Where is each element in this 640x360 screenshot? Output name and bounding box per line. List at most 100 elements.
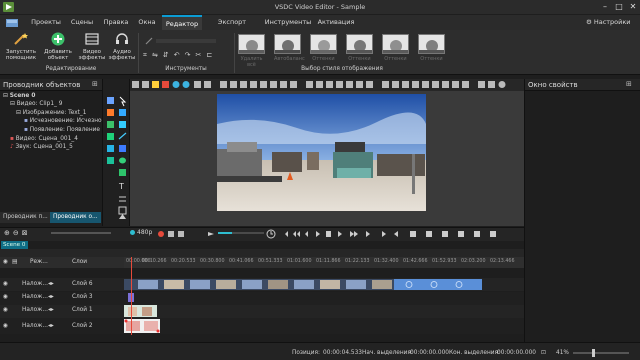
ruler-tick: 01:22.133 [345, 259, 370, 264]
menu-activation[interactable]: Активация [316, 15, 356, 30]
tree-item-video-scene[interactable]: ▪ Видео: Сцена_001_4 [10, 136, 78, 142]
playhead[interactable] [131, 257, 132, 335]
flip-vertical-icon[interactable]: ⇵ [163, 51, 169, 59]
tree-item-audio-scene[interactable]: ♪ Звук: Сцена_001_5 [10, 144, 73, 150]
maximize-button[interactable]: □ [612, 0, 626, 14]
menu-scenes[interactable]: Сцены [66, 15, 98, 30]
settings-label: Настройки [593, 18, 631, 26]
track-layer-name: Слой 2 [72, 323, 93, 329]
menu-tools[interactable]: Инструменты [264, 15, 312, 30]
track-visibility-icon[interactable]: ◉ [3, 294, 8, 300]
lock-icon[interactable]: ▤ [12, 259, 17, 265]
tab-scene[interactable]: Scene 0 [1, 241, 28, 249]
crop-icon[interactable]: ⌗ [143, 51, 147, 60]
style-thumb-2[interactable] [274, 34, 301, 54]
headphones-icon [116, 33, 128, 44]
fade-clip[interactable] [124, 319, 160, 333]
tree-item-fade-out[interactable]: ▪ Исчезновение: Исчезно [24, 118, 102, 124]
video-preview-frame[interactable] [217, 94, 426, 211]
track-audio-icon[interactable]: ◂▸ [48, 294, 54, 300]
track-mode[interactable]: Налож... [22, 294, 48, 300]
zoom-slider-handle[interactable] [592, 349, 595, 357]
ribbon-separator [234, 33, 235, 73]
track-visibility-icon[interactable]: ◉ [3, 323, 8, 329]
trim-icon[interactable]: ⊏ [206, 51, 212, 59]
rotate-left-icon[interactable]: ↶ [174, 51, 180, 59]
zoom-out-icon[interactable]: ⊖ [13, 229, 19, 237]
track-mode[interactable]: Налож... [22, 281, 48, 287]
zoom-slider[interactable] [50, 232, 111, 234]
tab-project-explorer[interactable]: Проводник п... [0, 212, 51, 223]
add-icon [51, 32, 65, 46]
style-label-5: Оттенки [384, 56, 407, 62]
track-layer-name: Слой 6 [72, 281, 93, 287]
ruler-tick: 02:03.200 [461, 259, 486, 264]
tree-item-scene[interactable]: ⊟ Scene 0 [3, 93, 35, 99]
zoom-in-icon[interactable]: ⊕ [4, 229, 10, 237]
image-clip[interactable] [124, 305, 157, 317]
menu-windows[interactable]: Окна [134, 15, 160, 30]
layers-column-label: Слои [72, 259, 88, 265]
close-button[interactable]: ✕ [626, 0, 640, 14]
tool-icons: T [107, 96, 127, 219]
track-audio-icon[interactable]: ◂▸ [48, 281, 54, 287]
style-label-1: Удалить всё [240, 56, 263, 68]
collapse-icon: ⊟ [3, 93, 10, 99]
add-object-button[interactable]: Добавить объект [42, 32, 74, 62]
quality-select[interactable]: 480p [130, 229, 152, 236]
style-thumb-1[interactable] [238, 34, 265, 54]
flip-horizontal-icon[interactable]: ⇋ [152, 51, 158, 59]
style-thumb-5[interactable] [382, 34, 409, 54]
video-effects-label: Видео эффекты [78, 48, 106, 62]
zoom-slider[interactable] [573, 352, 629, 354]
ruler-tick: 00:10.266 [142, 259, 167, 264]
tree-item-fade-in[interactable]: ▪ Появление: Появление [24, 127, 100, 133]
menu-editor[interactable]: Редактор [162, 15, 202, 30]
tree-item-image-text[interactable]: ⊟ Изображение: Text_1 [16, 110, 87, 116]
video-clip[interactable] [124, 279, 482, 290]
style-label-3: Оттенки [312, 56, 335, 62]
menu-edit[interactable]: Правка [100, 15, 132, 30]
ruler-tick: 01:01.600 [287, 259, 312, 264]
style-thumb-6[interactable] [418, 34, 445, 54]
visibility-icon[interactable]: ◉ [3, 259, 8, 265]
pin-icon[interactable]: ⊞ [92, 80, 98, 88]
launch-wizard-label: Запустить помощник [5, 48, 37, 62]
track-visibility-icon[interactable]: ◉ [3, 281, 8, 287]
track-audio-icon[interactable]: ◂▸ [48, 323, 54, 329]
style-thumb-4[interactable] [346, 34, 373, 54]
ribbon-separator [138, 33, 139, 73]
ruler-tick: 01:52.933 [432, 259, 457, 264]
track-mode[interactable]: Налож... [22, 307, 48, 313]
menu-icon-button[interactable] [0, 15, 24, 30]
audio-effects-button[interactable]: Аудио эффекты [108, 32, 136, 62]
tools-row-2: ⌗ ⇋ ⇵ ↶ ↷ ✂ ⊏ [143, 50, 233, 60]
video-effects-button[interactable]: Видео эффекты [78, 32, 106, 62]
split-icon[interactable]: ✂ [195, 51, 201, 59]
tab-objects-explorer[interactable]: Проводник о... [50, 212, 101, 223]
quality-indicator-icon [130, 230, 135, 235]
track-visibility-icon[interactable]: ◉ [3, 307, 8, 313]
zoom-controls: ⊕ ⊖ ⊠ [4, 229, 111, 237]
pin-icon[interactable]: ⊞ [626, 80, 632, 88]
minimize-button[interactable]: – [598, 0, 612, 14]
fit-screen-icon[interactable]: ⊡ [541, 350, 546, 356]
menu-export[interactable]: Экспорт проекта [204, 15, 260, 41]
selection-start-value: 00:00:00.000 [410, 350, 449, 356]
ruler-tick: 00:51.333 [258, 259, 283, 264]
tree-item-video-clip[interactable]: ⊟ Видео: Clip1_ 9 [10, 101, 62, 107]
launch-wizard-button[interactable]: Запустить помощник [4, 32, 38, 62]
style-thumb-3[interactable] [310, 34, 337, 54]
add-object-label: Добавить объект [44, 48, 72, 62]
tools-row-1 [144, 36, 232, 46]
rotate-right-icon[interactable]: ↷ [185, 51, 191, 59]
selection-end-value: 00:00:00.000 [497, 350, 536, 356]
ruler-tick: 00:41.066 [229, 259, 254, 264]
quality-label: 480p [137, 229, 153, 236]
editing-group-label: Редактирование [45, 66, 97, 72]
fit-icon[interactable]: ⊠ [22, 229, 28, 237]
track-audio-icon[interactable]: ◂▸ [48, 307, 54, 313]
track-mode[interactable]: Налож... [22, 323, 48, 329]
settings-button[interactable]: ⚙ Настройки [586, 15, 631, 30]
menu-projects[interactable]: Проекты [28, 15, 64, 30]
